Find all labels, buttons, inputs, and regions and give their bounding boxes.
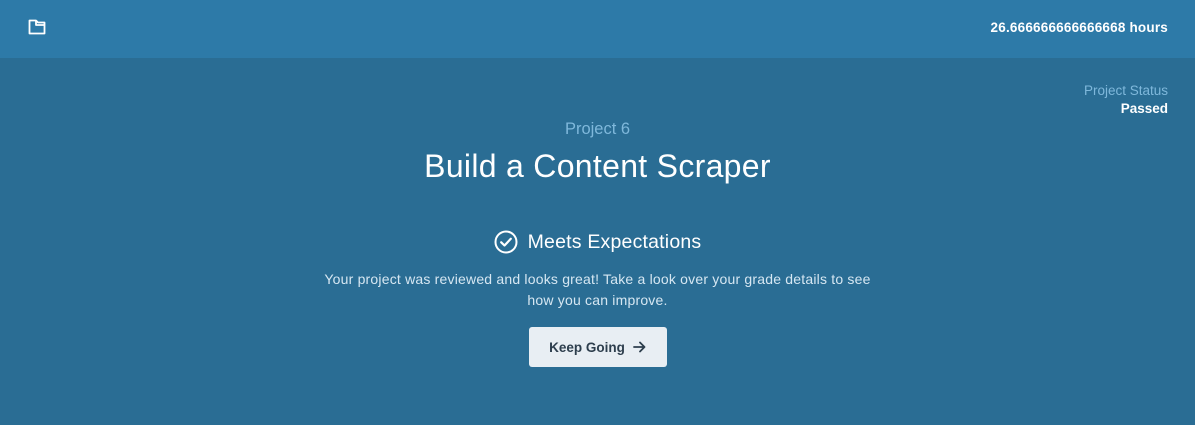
- keep-going-button[interactable]: Keep Going: [529, 327, 667, 367]
- keep-going-label: Keep Going: [549, 339, 625, 355]
- review-description-line-1: Your project was reviewed and looks grea…: [324, 271, 871, 287]
- folder-icon[interactable]: [27, 17, 47, 37]
- review-result-label: Meets Expectations: [527, 230, 702, 253]
- project-status-label: Project Status: [1083, 83, 1168, 98]
- top-bar: 26.666666666666668 hours: [0, 0, 1195, 58]
- project-summary: Project Status Passed Project 6 Build a …: [0, 58, 1195, 425]
- review-result: Meets Expectations: [0, 230, 1195, 254]
- review-description-line-2: how you can improve.: [527, 292, 668, 308]
- review-description: Your project was reviewed and looks grea…: [0, 269, 1195, 311]
- project-status: Project Status Passed: [1084, 82, 1168, 118]
- project-hours: 26.666666666666668 hours: [990, 19, 1168, 35]
- check-circle-icon: [494, 230, 518, 254]
- project-number: Project 6: [564, 120, 631, 138]
- project-status-value: Passed: [1120, 101, 1168, 116]
- project-title: Build a Content Scraper: [424, 148, 771, 184]
- arrow-right-icon: [633, 340, 647, 354]
